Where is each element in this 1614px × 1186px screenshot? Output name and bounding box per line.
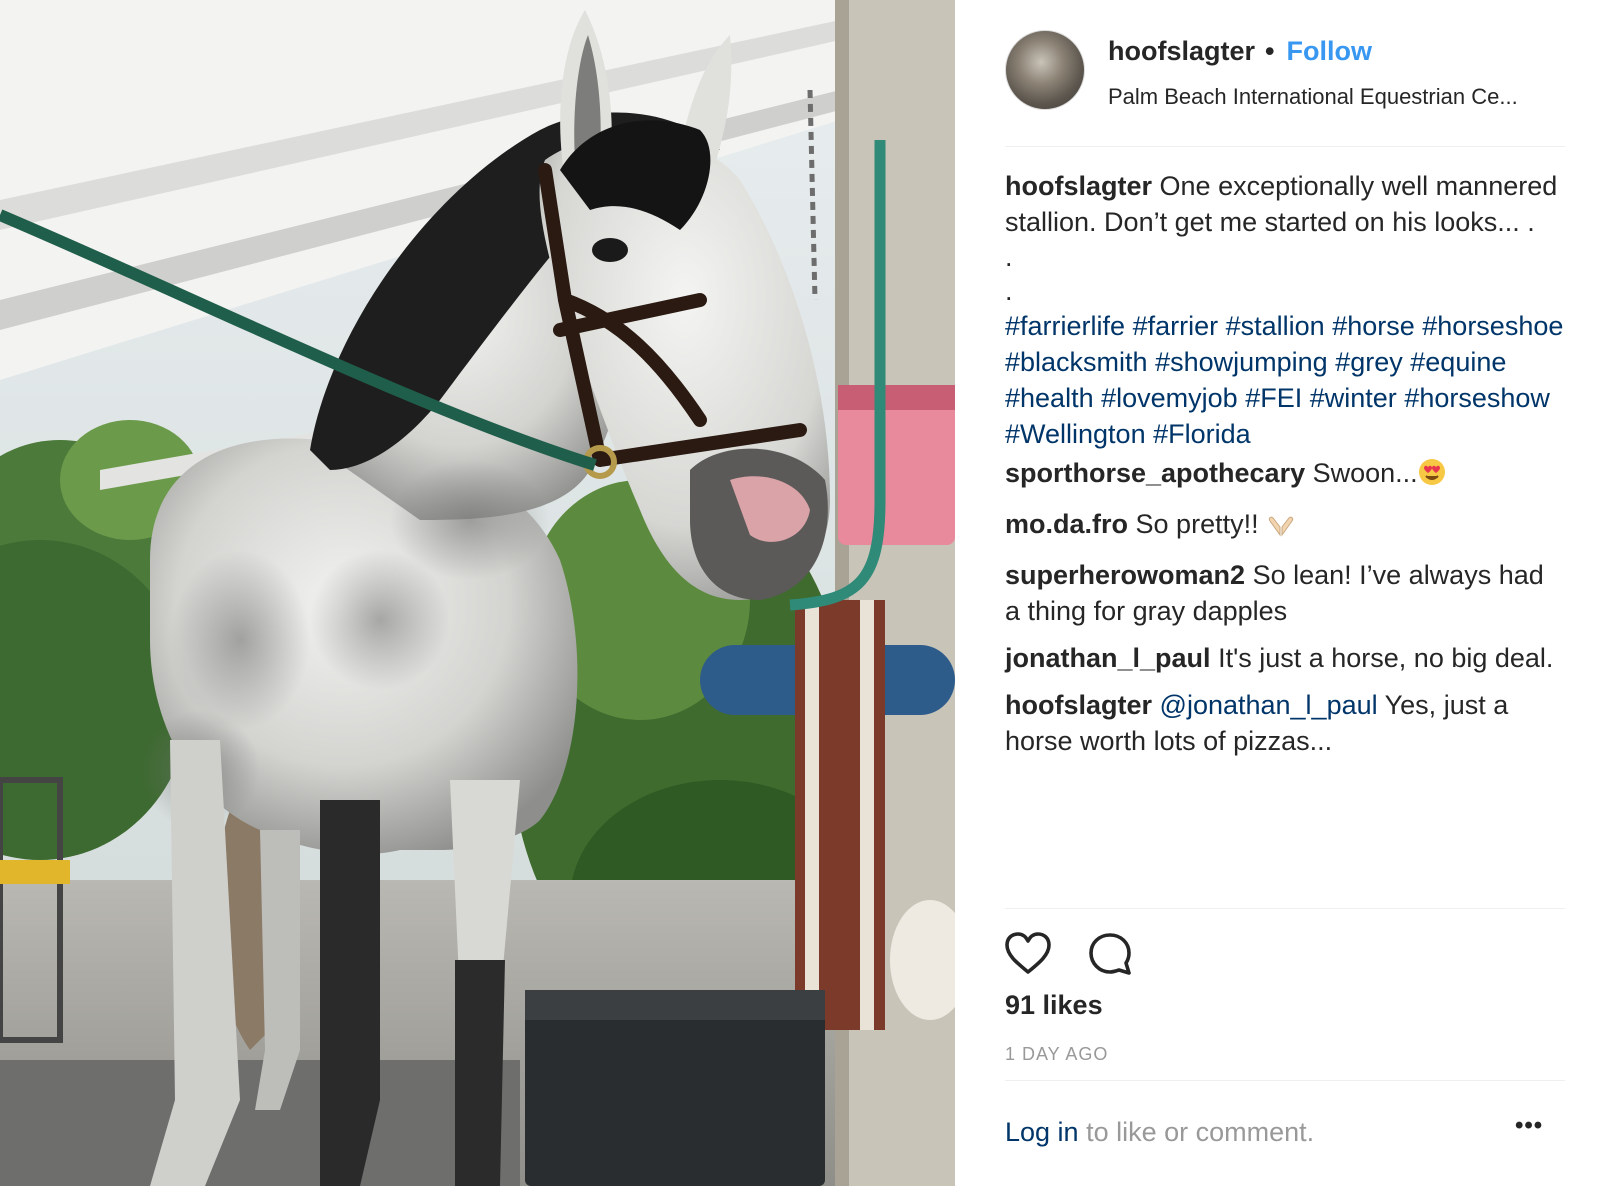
hashtag-link[interactable]: #Wellington (1005, 419, 1146, 449)
comment-username[interactable]: hoofslagter (1005, 690, 1152, 720)
login-link[interactable]: Log in (1005, 1117, 1079, 1147)
caption: hoofslagter One exceptionally well manne… (1005, 168, 1565, 452)
divider (1005, 146, 1565, 147)
follow-button[interactable]: Follow (1286, 36, 1371, 66)
action-bar (1003, 930, 1203, 982)
login-prompt: Log in to like or comment. (1005, 1117, 1314, 1148)
header-username[interactable]: hoofslagter (1108, 36, 1255, 66)
comment-text: Swoon... (1312, 458, 1418, 488)
caption-dot: . (1005, 276, 1013, 306)
comments-list: hoofslagter One exceptionally well manne… (1005, 168, 1565, 770)
header-user-row: hoofslagter • Follow (1108, 36, 1372, 67)
login-prompt-text: to like or comment. (1086, 1117, 1315, 1147)
avatar[interactable] (1005, 30, 1085, 110)
hashtag-link[interactable]: #horseshoe (1422, 311, 1563, 341)
hashtag-link[interactable]: #FEI (1245, 383, 1302, 413)
hashtag-link[interactable]: #equine (1410, 347, 1506, 377)
hashtag-link[interactable]: #Florida (1153, 419, 1251, 449)
hashtag-link[interactable]: #winter (1310, 383, 1397, 413)
mention-link[interactable]: @jonathan_l_paul (1160, 690, 1378, 720)
comment: superherowoman2 So lean! I’ve always had… (1005, 557, 1565, 629)
hashtag-link[interactable]: #stallion (1226, 311, 1325, 341)
comment: mo.da.fro So pretty!! (1005, 506, 1565, 546)
post-side-panel: hoofslagter • Follow Palm Beach Internatio… (955, 0, 1614, 1186)
likes-count[interactable]: 91 likes (1005, 990, 1103, 1021)
comment-username[interactable]: hoofslagter (1005, 171, 1152, 201)
post-photo (0, 0, 955, 1186)
hashtag-link[interactable]: #grey (1335, 347, 1403, 377)
separator-dot: • (1265, 36, 1275, 66)
comment-username[interactable]: superherowoman2 (1005, 560, 1245, 590)
comment: sporthorse_apothecary Swoon... (1005, 455, 1565, 495)
location-link[interactable]: Palm Beach International Equestrian Ce..… (1108, 84, 1578, 110)
hashtag-link[interactable]: #lovemyjob (1101, 383, 1238, 413)
comment-text: It's just a horse, no big deal. (1218, 643, 1554, 673)
divider (1005, 1080, 1565, 1081)
comment-icon[interactable] (1085, 930, 1135, 983)
caption-dot: . (1005, 242, 1013, 272)
comment-text: So pretty!! (1135, 509, 1259, 539)
post-timestamp: 1 DAY AGO (1005, 1044, 1109, 1064)
hashtag-link[interactable]: #showjumping (1155, 347, 1328, 377)
hashtag-link[interactable]: #blacksmith (1005, 347, 1148, 377)
hashtag-link[interactable]: #horseshow (1404, 383, 1550, 413)
comment-username[interactable]: sporthorse_apothecary (1005, 458, 1305, 488)
heart-icon[interactable] (1003, 930, 1053, 981)
hashtag-link[interactable]: #farrier (1133, 311, 1219, 341)
comment: hoofslagter @jonathan_l_paul Yes, just a… (1005, 687, 1565, 759)
heart-eyes-emoji-icon (1418, 458, 1446, 495)
comment-username[interactable]: jonathan_l_paul (1005, 643, 1211, 673)
hashtag-link[interactable]: #health (1005, 383, 1094, 413)
divider (1005, 908, 1565, 909)
hashtag-link[interactable]: #horse (1332, 311, 1415, 341)
hashtag-link[interactable]: #farrierlife (1005, 311, 1125, 341)
more-options-button[interactable]: ••• (1515, 1112, 1543, 1140)
comment: jonathan_l_paul It's just a horse, no bi… (1005, 640, 1565, 676)
post-header: hoofslagter • Follow Palm Beach Internatio… (1005, 26, 1535, 114)
praying-hands-emoji-icon (1266, 510, 1296, 546)
comment-username[interactable]: mo.da.fro (1005, 509, 1128, 539)
horse-photo (0, 0, 955, 1186)
hashtags: #farrierlife #farrier #stallion #horse #… (1005, 308, 1565, 452)
